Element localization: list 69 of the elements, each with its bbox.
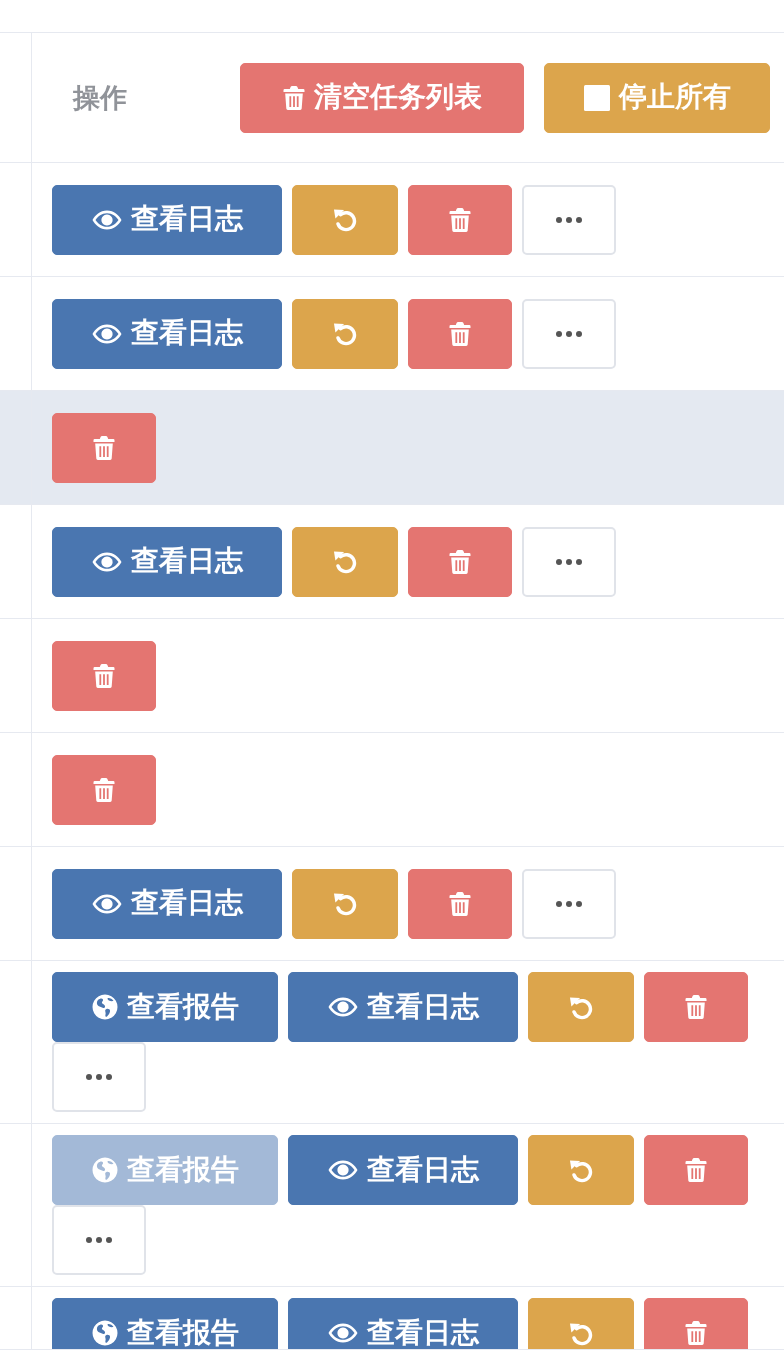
delete-button[interactable] [408,184,512,255]
view-log-button[interactable]: 查看日志 [52,184,282,255]
restart-button[interactable] [292,526,398,597]
trash-icon [93,776,115,803]
column-header: 操作 [73,80,128,115]
ellipsis-icon [556,330,582,337]
view-log-button[interactable]: 查看日志 [52,526,282,597]
delete-button[interactable] [52,412,156,483]
view-log-button[interactable]: 查看日志 [288,1298,518,1349]
view-log-button[interactable]: 查看日志 [288,1135,518,1205]
undo-icon [568,994,594,1020]
ellipsis-icon [556,558,582,565]
undo-icon [332,891,358,916]
globe-icon [91,1320,118,1346]
ellipsis-icon [556,216,582,223]
eye-icon [327,1323,358,1343]
view-report-button[interactable]: 查看报告 [52,1298,278,1349]
trash-icon [685,1157,707,1183]
more-button[interactable] [52,1042,146,1112]
ellipsis-icon [86,1237,112,1243]
trash-icon [93,434,115,461]
undo-icon [568,1320,594,1346]
eye-icon [91,893,122,914]
view-log-button[interactable]: 查看日志 [288,972,518,1042]
delete-button[interactable] [644,1135,748,1205]
more-button[interactable] [522,868,616,939]
trash-icon [449,206,471,233]
view-log-button[interactable]: 查看日志 [52,868,282,939]
more-button[interactable] [522,526,616,597]
eye-icon [91,323,122,344]
delete-button[interactable] [408,298,512,369]
eye-icon [327,997,358,1017]
stop-icon [583,84,610,111]
ellipsis-icon [556,900,582,907]
undo-icon [332,207,358,232]
trash-icon [685,994,707,1020]
eye-icon [91,551,122,572]
undo-icon [568,1157,594,1183]
restart-button[interactable] [292,184,398,255]
restart-button[interactable] [528,972,634,1042]
delete-button[interactable] [644,972,748,1042]
eye-icon [327,1160,358,1180]
restart-button[interactable] [528,1298,634,1349]
globe-icon [91,1157,118,1183]
trash-icon [282,84,305,111]
more-button[interactable] [522,184,616,255]
clear-list-button[interactable]: 清空任务列表 [240,62,524,133]
more-button[interactable] [522,298,616,369]
delete-button[interactable] [52,640,156,711]
undo-icon [332,321,358,346]
view-log-button[interactable]: 查看日志 [52,298,282,369]
eye-icon [91,209,122,230]
delete-button[interactable] [644,1298,748,1349]
undo-icon [332,549,358,574]
restart-button[interactable] [292,298,398,369]
trash-icon [449,548,471,575]
trash-icon [449,890,471,917]
more-button[interactable] [52,1205,146,1275]
delete-button[interactable] [408,526,512,597]
globe-icon [91,994,118,1020]
trash-icon [449,320,471,347]
delete-button[interactable] [52,754,156,825]
restart-button[interactable] [528,1135,634,1205]
trash-icon [685,1320,707,1346]
ellipsis-icon [86,1074,112,1080]
delete-button[interactable] [408,868,512,939]
view-report-button[interactable]: 查看报告 [52,972,278,1042]
trash-icon [93,662,115,689]
restart-button[interactable] [292,868,398,939]
